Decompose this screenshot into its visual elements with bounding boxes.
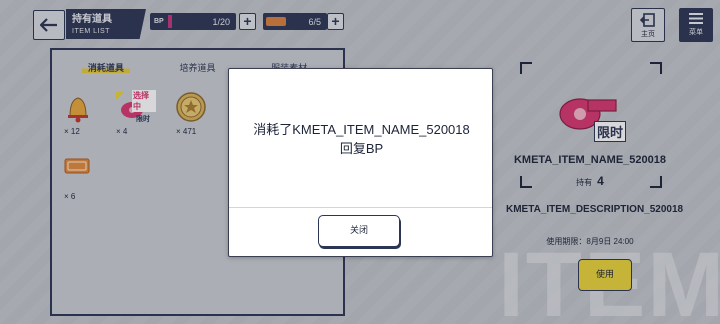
- close-button[interactable]: 关闭: [318, 215, 400, 247]
- dialog-divider: [229, 207, 492, 208]
- confirmation-dialog: 消耗了KMETA_ITEM_NAME_520018回复BP 关闭: [228, 68, 493, 257]
- dialog-message: 消耗了KMETA_ITEM_NAME_520018回复BP: [253, 122, 470, 156]
